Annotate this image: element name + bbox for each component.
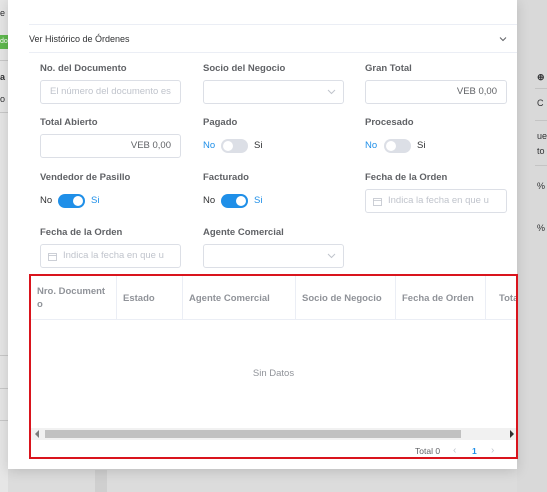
commercial-agent-label: Agente Comercial [203,227,284,238]
pagination-total: Total 0 [415,446,441,456]
column-header-status[interactable]: Estado [117,276,183,319]
document-no-label: No. del Documento [40,63,127,74]
orders-table: Nro. Document o Estado Agente Comercial … [29,274,518,459]
chevron-right-icon[interactable]: › [491,445,494,456]
collapse-header[interactable]: Ver Histórico de Órdenes [29,25,517,53]
column-header-order-date[interactable]: Fecha de Orden [396,276,486,319]
open-total-value: VEB 0,00 [130,140,171,151]
collapse-title: Ver Histórico de Órdenes [29,34,130,44]
sales-rep-on-label: Si [91,195,100,206]
divider [0,388,8,389]
sales-rep-off-label: No [40,195,53,206]
grand-total-input[interactable]: VEB 0,00 [365,80,507,104]
horizontal-scrollbar[interactable] [31,428,516,440]
background-right-panel: ⊕ C ue to % % [517,0,547,492]
background-left-panel: e do a o [0,0,8,492]
background-text: ⊕ [537,72,545,82]
processed-switch[interactable]: No Si [365,138,435,154]
open-total-label: Total Abierto [40,117,98,128]
invoiced-on-label: Si [254,195,263,206]
order-date-label: Fecha de la Orden [40,227,123,238]
scrollbar-thumb[interactable] [45,430,461,438]
order-date-input[interactable]: Indica la fecha en que u [40,244,181,268]
processed-off-label: No [365,140,378,151]
order-date-input[interactable]: Indica la fecha en que u [365,189,507,213]
invoiced-off-label: No [203,195,216,206]
empty-state-text: Sin Datos [252,368,295,379]
open-total-input[interactable]: VEB 0,00 [40,134,181,158]
document-no-placeholder: El número del documento es [50,86,171,97]
divider [0,60,8,61]
order-date-placeholder: Indica la fecha en que u [63,250,164,261]
processed-toggle[interactable] [384,139,411,153]
background-text: to [537,146,545,156]
paid-toggle[interactable] [221,139,248,153]
divider [535,88,547,89]
background-text: o [0,94,6,104]
divider [0,355,8,356]
commercial-agent-select[interactable] [203,244,344,268]
paid-switch[interactable]: No Si [203,138,273,154]
background-badge: do [0,35,8,49]
sales-rep-switch[interactable]: No Si [40,193,110,209]
chevron-down-icon [327,89,336,95]
chevron-down-icon[interactable] [498,34,508,44]
scroll-left-icon[interactable] [35,430,39,438]
pagination-page[interactable]: 1 [472,446,477,456]
chevron-down-icon [327,253,336,259]
paid-on-label: Si [254,140,263,151]
order-date-label: Fecha de la Orden [365,172,448,183]
background-text: % [537,223,546,233]
processed-on-label: Si [417,140,426,151]
divider [0,112,8,113]
table-header: Nro. Document o Estado Agente Comercial … [31,276,516,320]
calendar-icon [373,198,382,206]
order-date-placeholder: Indica la fecha en que u [388,195,489,206]
chevron-left-icon[interactable]: ‹ [453,445,456,456]
processed-label: Procesado [365,117,414,128]
pagination: Total 0 ‹ 1 › [31,444,516,458]
sales-rep-toggle[interactable] [58,194,85,208]
invoiced-label: Facturado [203,172,249,183]
background-text: ue [537,131,547,141]
background-scrollbar [95,470,107,492]
calendar-icon [48,253,57,261]
divider [535,165,547,166]
background-text: C [537,98,544,108]
scroll-right-icon[interactable] [510,430,514,438]
paid-off-label: No [203,140,216,151]
grand-total-label: Gran Total [365,63,412,74]
document-no-input[interactable]: El número del documento es [40,80,181,104]
column-header-document-no[interactable]: Nro. Document o [31,276,117,319]
grand-total-value: VEB 0,00 [456,86,497,97]
business-partner-select[interactable] [203,80,344,104]
column-header-commercial-agent[interactable]: Agente Comercial [183,276,296,319]
paid-label: Pagado [203,117,238,128]
invoiced-toggle[interactable] [221,194,248,208]
business-partner-label: Socio del Negocio [203,63,286,74]
sales-rep-label: Vendedor de Pasillo [40,172,131,183]
background-text: e [0,8,6,18]
invoiced-switch[interactable]: No Si [203,193,273,209]
divider [0,420,8,421]
background-text: % [537,181,546,191]
divider [535,120,547,121]
column-header-business-partner[interactable]: Socio de Negocio [296,276,396,319]
column-header-total[interactable]: Tota [486,276,516,319]
background-text: a [0,72,6,82]
